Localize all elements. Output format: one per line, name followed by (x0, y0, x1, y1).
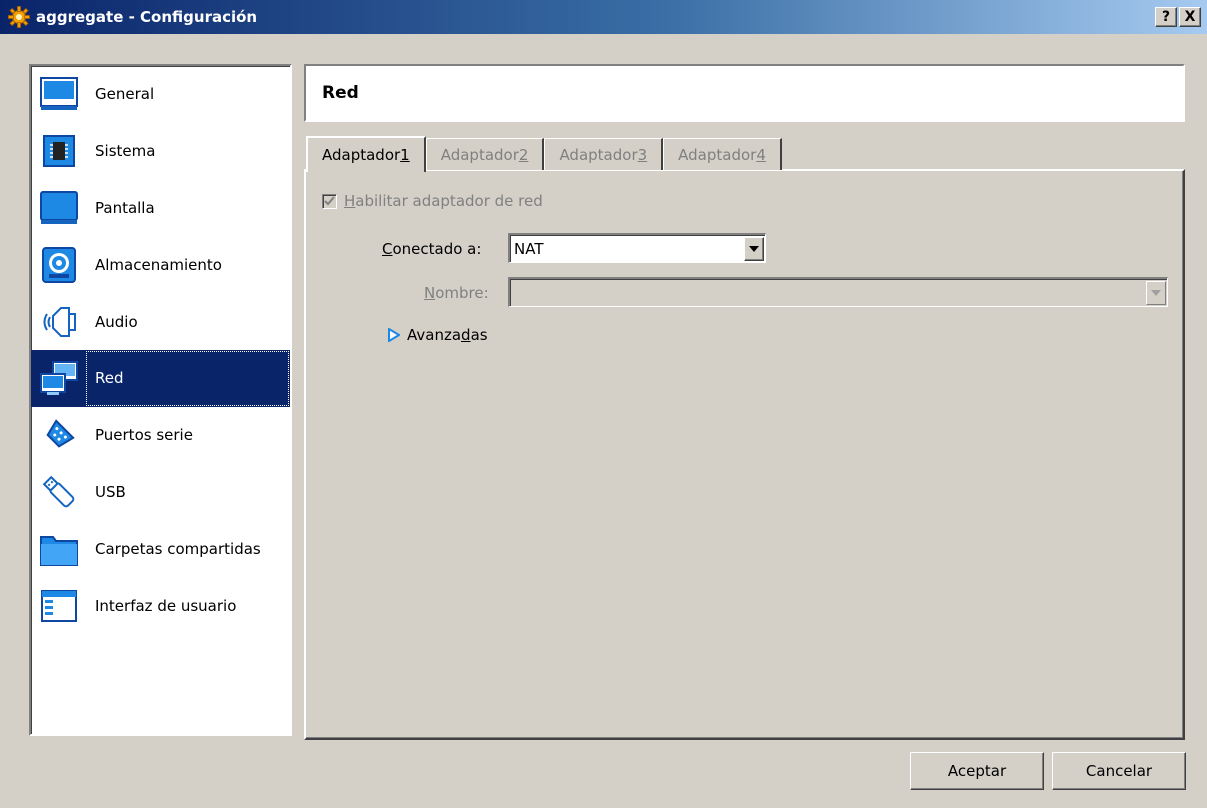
advanced-toggle[interactable]: Avanzadas (388, 326, 488, 344)
tab-label: Adaptador (678, 145, 757, 164)
attached-to-value: NAT (514, 239, 544, 258)
page-title: Red (322, 83, 359, 103)
enable-adapter-text: abilitar adaptador de red (355, 192, 543, 210)
tab-mnemonic: 3 (637, 145, 648, 164)
tab-mnemonic: 2 (518, 145, 529, 164)
chevron-down-icon[interactable] (1146, 280, 1166, 305)
sidebar-item-label: Puertos serie (95, 426, 193, 445)
window-title: aggregate - Configuración (36, 8, 258, 26)
sidebar-item-label: Red (95, 369, 124, 388)
serial-port-icon (37, 413, 81, 457)
gear-icon (8, 6, 30, 28)
sidebar-item-audio[interactable]: Audio (31, 293, 290, 350)
enable-adapter-label: Habilitar adaptador de red (344, 192, 543, 210)
sidebar-item-pantalla[interactable]: Pantalla (31, 180, 290, 237)
tab-adaptador-2[interactable]: Adaptador 2 (425, 138, 545, 170)
checkmark-icon (324, 195, 335, 205)
help-button[interactable]: ? (1155, 7, 1177, 27)
attached-to-label: Conectado a: (382, 240, 481, 258)
settings-category-list[interactable]: General Sistema Pantalla Almacenamiento … (29, 64, 292, 736)
sidebar-item-label: Carpetas compartidas (95, 539, 261, 558)
tab-adaptador-3[interactable]: Adaptador 3 (544, 138, 664, 170)
sidebar-item-sistema[interactable]: Sistema (31, 123, 290, 180)
tab-mnemonic: 1 (400, 146, 410, 164)
sidebar-item-label: USB (95, 482, 126, 501)
sidebar-item-carpetas-compartidas[interactable]: Carpetas compartidas (31, 520, 290, 577)
advanced-label: Avanzadas (407, 326, 488, 344)
folder-icon (37, 527, 81, 571)
tab-label: Adaptador (440, 145, 519, 164)
speaker-icon (37, 300, 81, 344)
sidebar-item-general[interactable]: General (31, 66, 290, 123)
enable-adapter-mnemonic: H (344, 192, 356, 210)
display-icon (37, 186, 81, 230)
network-icon (37, 356, 81, 400)
sidebar-item-label: Pantalla (95, 198, 155, 217)
attached-to-mnemonic: C (382, 240, 393, 258)
sidebar-item-puertos-serie[interactable]: Puertos serie (31, 407, 290, 464)
sidebar-item-label: Almacenamiento (95, 255, 222, 274)
sidebar-item-label: Interfaz de usuario (95, 596, 237, 615)
adapter-tabs: Adaptador 1 Adaptador 2 Adaptador 3 Adap… (306, 136, 782, 172)
advanced-text-pre: Avanza (407, 326, 462, 344)
expand-arrow-icon (388, 328, 400, 342)
monitor-general-icon (37, 72, 81, 116)
sidebar-item-usb[interactable]: USB (31, 464, 290, 521)
sidebar-item-interfaz-de-usuario[interactable]: Interfaz de usuario (31, 577, 290, 634)
section-header: Red (304, 64, 1185, 122)
sidebar-item-label: General (95, 85, 155, 104)
tab-adaptador-1[interactable]: Adaptador 1 (306, 136, 426, 172)
enable-adapter-checkbox[interactable] (322, 193, 337, 209)
chevron-down-icon[interactable] (744, 236, 764, 261)
sidebar-item-almacenamiento[interactable]: Almacenamiento (31, 236, 290, 293)
sidebar-item-label: Sistema (95, 142, 156, 161)
window-icon (37, 584, 81, 628)
tab-label: Adaptador (322, 146, 401, 164)
name-text: ombre: (435, 284, 489, 302)
name-label: Nombre: (424, 284, 489, 302)
advanced-text-post: as (470, 326, 488, 344)
close-button[interactable]: X (1179, 7, 1201, 27)
enable-adapter-row[interactable]: Habilitar adaptador de red (322, 192, 543, 210)
name-select[interactable] (508, 277, 1168, 307)
cancel-button[interactable]: Cancelar (1052, 752, 1186, 790)
attached-to-select[interactable]: NAT (508, 233, 766, 263)
title-bar[interactable]: aggregate - Configuración ? X (0, 0, 1207, 34)
name-mnemonic: N (424, 284, 436, 302)
ok-button[interactable]: Aceptar (910, 752, 1044, 790)
usb-icon (37, 470, 81, 514)
chip-icon (37, 129, 81, 173)
tab-adaptador-4[interactable]: Adaptador 4 (663, 138, 782, 170)
disk-icon (37, 243, 81, 287)
tab-label: Adaptador (559, 145, 638, 164)
tab-mnemonic: 4 (756, 145, 766, 164)
advanced-mnemonic: d (461, 326, 471, 344)
sidebar-item-red[interactable]: Red (31, 349, 290, 407)
sidebar-item-label: Audio (95, 312, 138, 331)
attached-to-text: onectado a: (392, 240, 482, 258)
